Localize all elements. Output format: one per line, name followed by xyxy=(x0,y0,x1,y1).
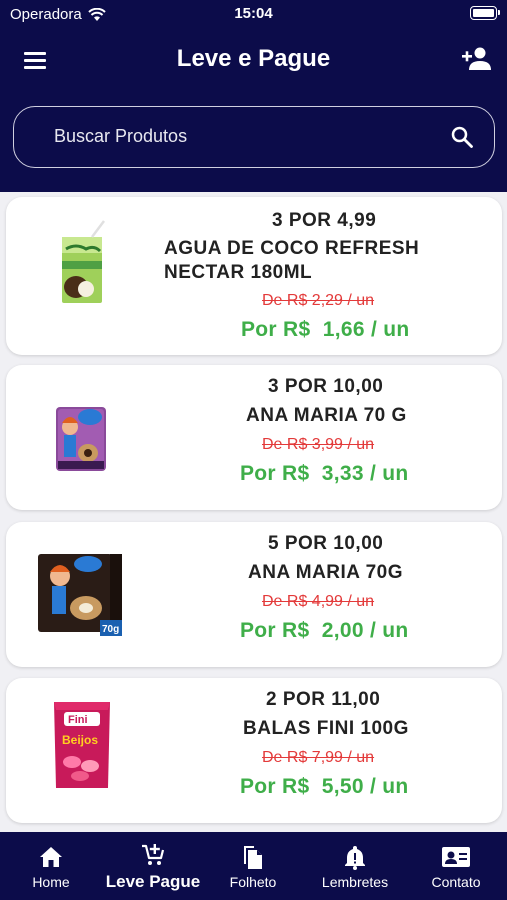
documents-icon xyxy=(244,846,262,869)
old-price: De R$ 2,29 / un xyxy=(262,292,375,309)
svg-text:Beijos: Beijos xyxy=(62,733,98,747)
bottom-tab-bar: Home Leve Pague Folheto Lembretes Contat… xyxy=(0,832,507,900)
person-add-icon xyxy=(462,47,491,70)
product-name: ANA MARIA 70 G xyxy=(246,405,407,426)
search-icon[interactable] xyxy=(450,125,474,149)
tab-label: Leve Pague xyxy=(105,872,201,891)
clock: 15:04 xyxy=(234,5,273,22)
cart-add-icon xyxy=(142,844,165,865)
app-header: Leve e Pague Buscar Produtos xyxy=(0,28,507,192)
new-price: Por R$ 2,00 / un xyxy=(240,619,409,642)
tab-folheto[interactable]: Folheto xyxy=(214,832,292,900)
new-price: Por R$ 5,50 / un xyxy=(240,775,409,798)
tab-label: Lembretes xyxy=(321,874,389,890)
old-price: De R$ 3,99 / un xyxy=(262,436,375,453)
svg-text:Fini: Fini xyxy=(68,714,88,726)
tab-leve-pague[interactable]: Leve Pague xyxy=(100,832,206,900)
product-card[interactable]: 70g 5 POR 10,00 ANA MARIA 70G De R$ 4,99… xyxy=(6,522,502,667)
bell-alert-icon xyxy=(345,846,365,870)
old-price: De R$ 4,99 / un xyxy=(262,593,375,610)
product-image-fini-candy: Fini Beijos xyxy=(54,702,110,788)
promo-label: 3 POR 10,00 xyxy=(268,376,384,397)
search-input[interactable]: Buscar Produtos xyxy=(13,106,495,168)
product-image-ana-maria xyxy=(56,407,106,471)
tab-home[interactable]: Home xyxy=(12,832,90,900)
contact-card-icon xyxy=(442,847,470,867)
home-icon xyxy=(40,847,62,867)
tab-label: Contato xyxy=(431,874,481,890)
promo-label: 5 POR 10,00 xyxy=(268,533,384,554)
search-placeholder: Buscar Produtos xyxy=(54,126,188,146)
product-image-ana-maria-chocolate: 70g xyxy=(38,554,122,636)
promo-label: 2 POR 11,00 xyxy=(266,689,381,710)
new-price: Por R$ 1,66 / un xyxy=(241,318,410,341)
product-image-coconut-water xyxy=(62,220,105,303)
svg-text:70g: 70g xyxy=(102,624,119,635)
product-name: AGUA DE COCO REFRESH NECTAR 180ML xyxy=(164,238,420,283)
product-card[interactable]: 3 POR 10,00 ANA MARIA 70 G De R$ 3,99 / … xyxy=(6,365,502,510)
tab-lembretes[interactable]: Lembretes xyxy=(310,832,400,900)
status-bar: Operadora 15:04 xyxy=(0,0,507,28)
old-price: De R$ 7,99 / un xyxy=(262,749,375,766)
tab-label: Folheto xyxy=(229,874,277,890)
battery-icon xyxy=(470,6,500,20)
promo-label: 3 POR 4,99 xyxy=(272,210,377,231)
tab-label: Home xyxy=(32,874,70,890)
product-card[interactable]: Fini Beijos 2 POR 11,00 BALAS FINI 100G … xyxy=(6,678,502,823)
product-list[interactable]: 3 POR 4,99 AGUA DE COCO REFRESH NECTAR 1… xyxy=(0,192,507,832)
page-title: Leve e Pague xyxy=(176,45,331,72)
new-price: Por R$ 3,33 / un xyxy=(240,462,409,485)
tab-contato[interactable]: Contato xyxy=(416,832,496,900)
product-name: ANA MARIA 70G xyxy=(248,562,403,583)
product-card[interactable]: 3 POR 4,99 AGUA DE COCO REFRESH NECTAR 1… xyxy=(6,197,502,355)
product-name: BALAS FINI 100G xyxy=(243,718,409,739)
add-user-button[interactable] xyxy=(461,44,493,74)
